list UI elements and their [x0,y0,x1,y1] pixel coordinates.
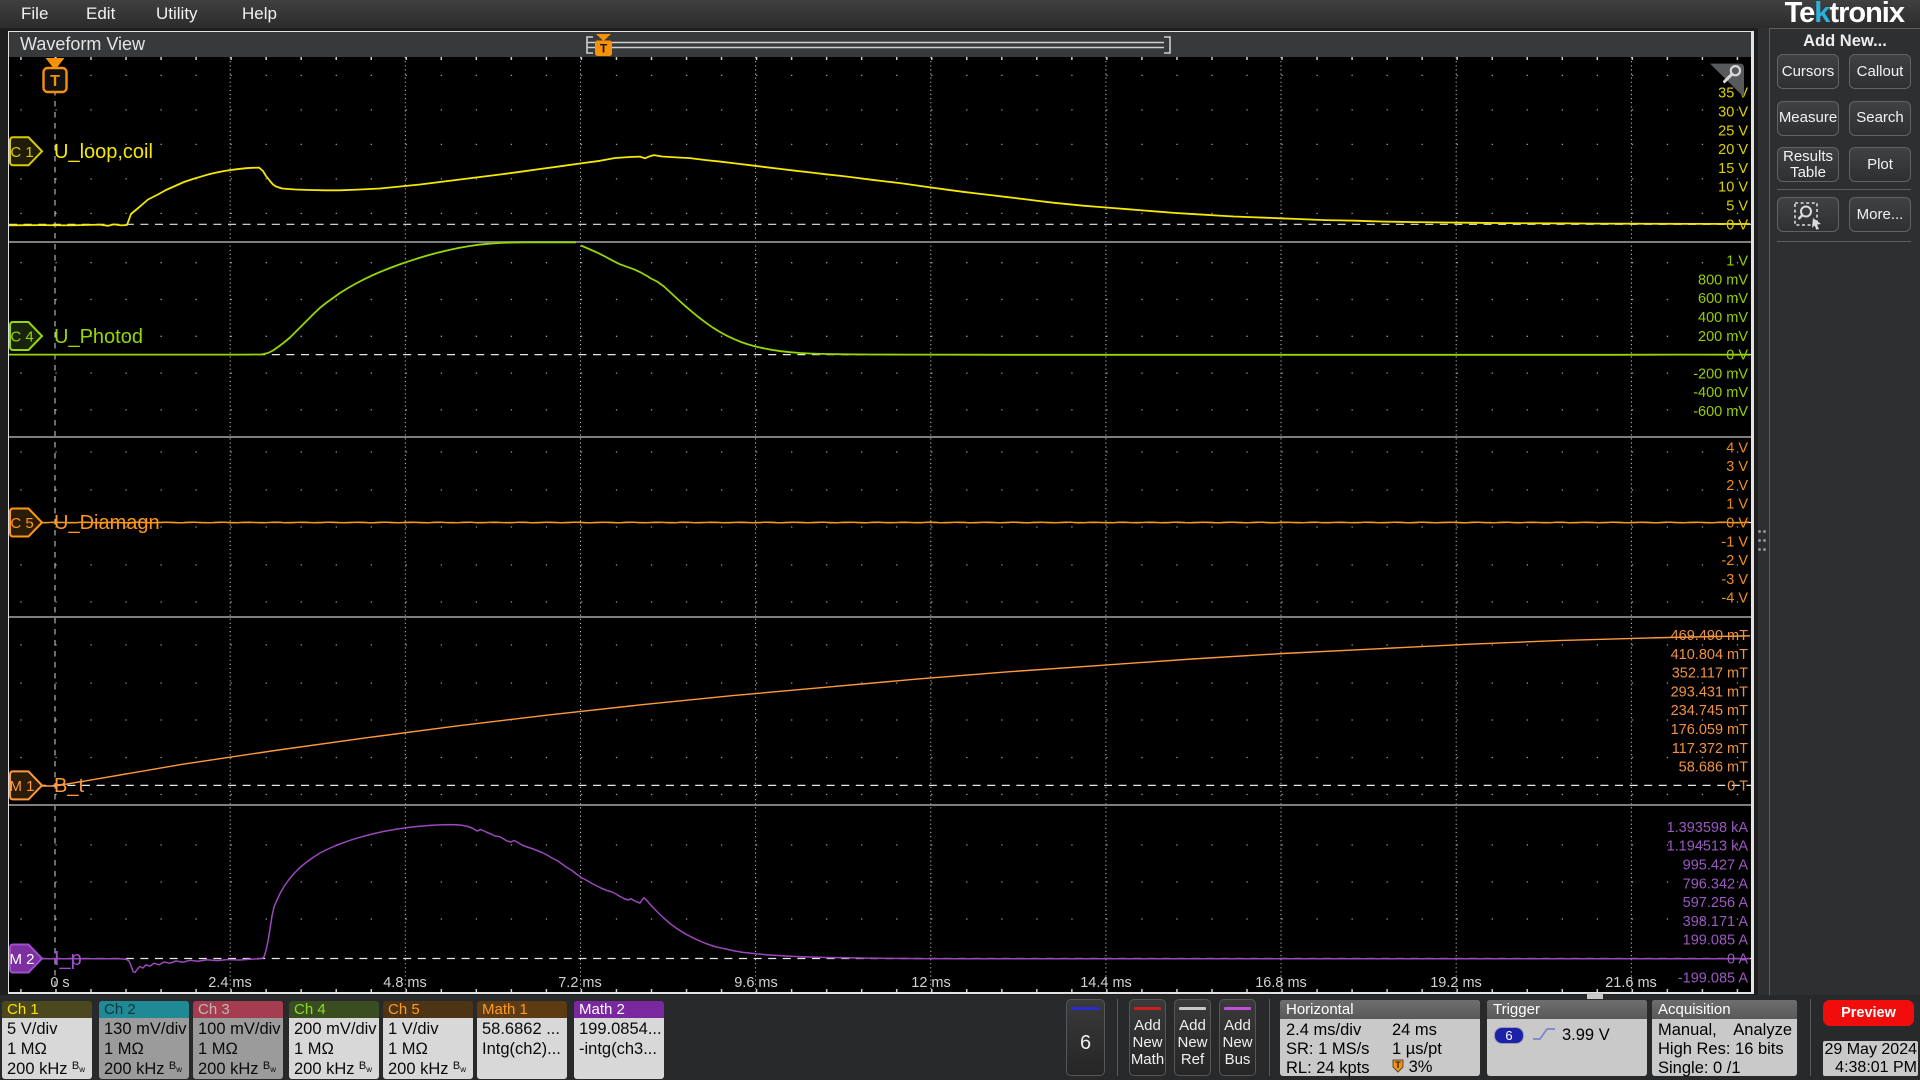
svg-text:3 V: 3 V [1726,459,1748,475]
svg-text:-200 mV: -200 mV [1693,366,1748,382]
svg-text:0 V: 0 V [1726,217,1748,233]
svg-text:16.8 ms: 16.8 ms [1255,975,1307,991]
svg-text:1.194513 kA: 1.194513 kA [1667,839,1749,855]
svg-text:7.2 ms: 7.2 ms [558,975,602,991]
svg-text:20 V: 20 V [1718,142,1748,158]
svg-text:117.372 mT: 117.372 mT [1672,741,1748,757]
svg-text:352.117 mT: 352.117 mT [1672,666,1748,682]
svg-text:597.256 A: 597.256 A [1683,895,1749,911]
svg-text:C 4: C 4 [10,329,33,346]
svg-text:14.4 ms: 14.4 ms [1080,975,1132,991]
svg-text:19.2 ms: 19.2 ms [1430,975,1482,991]
svg-text:410.804 mT: 410.804 mT [1671,647,1749,663]
svg-text:C 1: C 1 [10,144,33,161]
svg-text:-600 mV: -600 mV [1693,404,1748,420]
svg-text:-199.085 A: -199.085 A [1678,970,1748,986]
svg-text:B_t: B_t [54,775,84,797]
svg-text:1 V: 1 V [1726,254,1748,270]
svg-text:4 V: 4 V [1726,440,1748,456]
svg-text:-3 V: -3 V [1721,572,1748,588]
svg-text:0 V: 0 V [1726,516,1748,532]
svg-text:15 V: 15 V [1718,161,1748,177]
svg-text:U_Diamagn: U_Diamagn [54,512,160,534]
svg-text:U_loop,coil: U_loop,coil [54,141,153,163]
svg-text:T: T [50,73,60,90]
svg-text:0 V: 0 V [1726,348,1748,364]
svg-text:293.431 mT: 293.431 mT [1671,684,1749,700]
svg-text:4.8 ms: 4.8 ms [383,975,427,991]
svg-text:30 V: 30 V [1718,105,1748,121]
svg-text:10 V: 10 V [1718,180,1748,196]
svg-text:398.171 A: 398.171 A [1683,914,1749,930]
svg-text:M 1: M 1 [9,778,34,795]
svg-text:C 5: C 5 [10,515,33,532]
svg-text:25 V: 25 V [1718,123,1748,139]
svg-text:U_Photod: U_Photod [54,326,143,348]
svg-text:0 T: 0 T [1727,778,1748,794]
svg-text:199.085 A: 199.085 A [1683,933,1749,949]
svg-text:5 V: 5 V [1726,199,1748,215]
svg-text:12 ms: 12 ms [911,975,951,991]
svg-text:796.342 A: 796.342 A [1683,876,1749,892]
svg-text:T: T [1395,1060,1401,1070]
svg-text:995.427 A: 995.427 A [1683,858,1749,874]
svg-text:-2 V: -2 V [1721,553,1748,569]
svg-text:200 mV: 200 mV [1698,329,1748,345]
svg-text:58.686 mT: 58.686 mT [1679,760,1748,776]
svg-text:600 mV: 600 mV [1698,291,1748,307]
svg-text:0 s: 0 s [50,975,69,991]
svg-text:800 mV: 800 mV [1698,272,1748,288]
svg-text:9.6 ms: 9.6 ms [734,975,778,991]
svg-text:-400 mV: -400 mV [1693,385,1748,401]
svg-text:1 V: 1 V [1726,497,1748,513]
svg-text:400 mV: 400 mV [1698,310,1748,326]
svg-text:M 2: M 2 [9,951,34,968]
svg-text:0 A: 0 A [1727,952,1748,968]
svg-text:2.4 ms: 2.4 ms [208,975,252,991]
svg-text:176.059 mT: 176.059 mT [1671,722,1749,738]
svg-text:2 V: 2 V [1726,478,1748,494]
svg-text:T: T [600,42,608,56]
svg-text:-4 V: -4 V [1721,591,1748,607]
svg-text:1.393598 kA: 1.393598 kA [1667,820,1749,836]
svg-text:469.490 mT: 469.490 mT [1671,628,1749,644]
svg-text:234.745 mT: 234.745 mT [1671,703,1749,719]
svg-text:21.6 ms: 21.6 ms [1605,975,1657,991]
svg-text:I_p: I_p [54,948,82,970]
svg-text:-1 V: -1 V [1721,534,1748,550]
